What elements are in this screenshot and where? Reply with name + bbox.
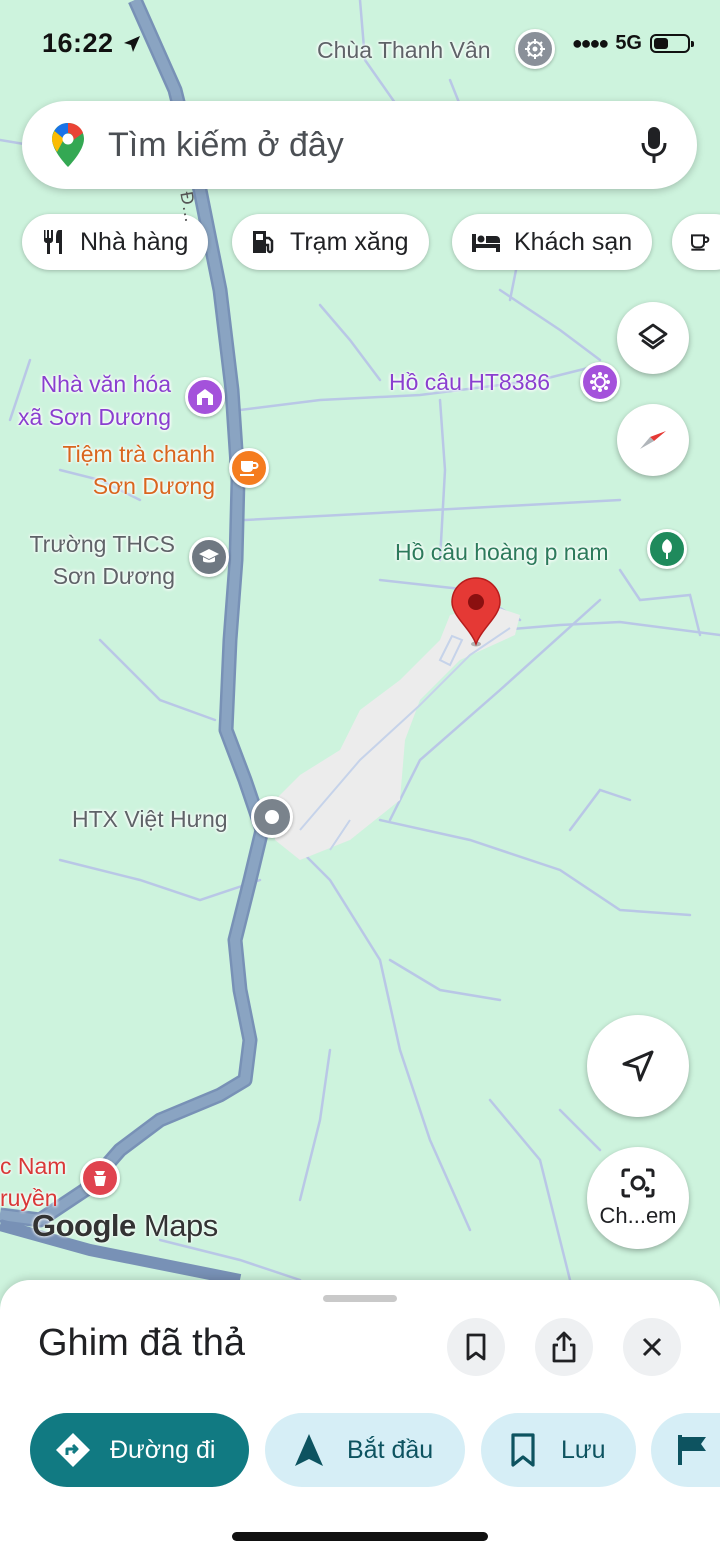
chip-label: Nhà hàng: [80, 227, 189, 256]
map-layers-button[interactable]: [617, 302, 689, 374]
compass-icon: [640, 431, 666, 449]
save-button[interactable]: Lưu: [481, 1413, 636, 1487]
more-actions-button[interactable]: [651, 1413, 720, 1487]
chip-cafes[interactable]: [672, 214, 720, 270]
place-icon[interactable]: [251, 796, 293, 838]
place-chua-thanh-van[interactable]: Chùa Thanh Vân: [317, 34, 491, 66]
place-nha-van-hoa-line2: xã Sơn Dương: [10, 401, 171, 433]
place-label: Chùa Thanh Vân: [317, 37, 491, 63]
camera-button-label: Ch...em: [599, 1203, 677, 1228]
chip-label: Trạm xăng: [290, 227, 409, 256]
directions-button[interactable]: Đường đi: [30, 1413, 249, 1487]
cafe-icon[interactable]: [229, 448, 269, 488]
sheet-title: Ghim đã thả: [38, 1322, 245, 1364]
share-icon: [552, 1331, 576, 1363]
park-icon[interactable]: [647, 529, 687, 569]
chip-gas-stations[interactable]: Trạm xăng: [232, 214, 429, 270]
place-truong-thcs[interactable]: Trường THCS Sơn Dương: [22, 528, 175, 592]
compass-button[interactable]: [617, 404, 689, 476]
microphone-icon[interactable]: [641, 125, 667, 165]
sheet-drag-handle[interactable]: [323, 1295, 397, 1302]
place-label-line1: Trường THCS: [29, 531, 175, 557]
close-icon: [642, 1337, 662, 1357]
location-arrow-icon: [123, 36, 140, 52]
bookmark-icon: [466, 1333, 486, 1361]
gas-station-icon: [253, 231, 274, 254]
place-ho-cau-ht8386[interactable]: Hồ câu HT8386: [389, 366, 550, 398]
google-maps-logo-icon: [52, 123, 84, 167]
network-type: 5G: [615, 32, 642, 54]
cafe-icon: [691, 234, 710, 251]
place-label-line1: Tiệm trà chanh: [62, 441, 215, 467]
status-time: 16:22: [42, 28, 142, 59]
restaurant-icon: [44, 230, 62, 254]
camera-lens-icon: [621, 1168, 655, 1198]
navigation-arrow-icon: [622, 1050, 654, 1082]
place-label-line1: c Nam: [0, 1153, 67, 1179]
attraction-icon[interactable]: [580, 362, 620, 402]
navigation-start-icon: [295, 1434, 323, 1466]
school-icon[interactable]: [189, 537, 229, 577]
attribution-maps: Maps: [143, 1208, 218, 1243]
save-bookmark-button[interactable]: [447, 1318, 505, 1376]
place-ho-cau-hoang-p-nam[interactable]: Hồ câu hoàng p nam: [395, 536, 609, 568]
flag-icon: [678, 1435, 706, 1465]
place-tiem-tra-chanh[interactable]: Tiệm trà chanh Sơn Dương: [43, 438, 215, 502]
place-pharmacy[interactable]: c Nam ruyền: [0, 1150, 66, 1214]
place-nha-van-hoa[interactable]: Nhà văn hóa: [28, 368, 171, 400]
chip-hotels[interactable]: Khách sạn: [452, 214, 653, 270]
community-hall-icon[interactable]: [185, 377, 225, 417]
share-button[interactable]: [535, 1318, 593, 1376]
place-label: Hồ câu hoàng p nam: [395, 539, 609, 565]
home-indicator[interactable]: [232, 1532, 488, 1541]
place-label: HTX Việt Hưng: [72, 806, 228, 832]
signal-icon: ●●●●: [571, 33, 609, 53]
battery-icon: [650, 34, 694, 53]
attribution-google: Google: [32, 1208, 136, 1243]
place-label-line1: Nhà văn hóa: [40, 371, 171, 397]
place-label: Hồ câu HT8386: [389, 369, 551, 395]
directions-label: Đường đi: [110, 1435, 216, 1464]
place-label-line2: xã Sơn Dương: [18, 404, 171, 430]
my-location-button[interactable]: [587, 1015, 689, 1117]
bookmark-icon: [511, 1433, 535, 1467]
close-button[interactable]: [623, 1318, 681, 1376]
save-label: Lưu: [561, 1435, 606, 1464]
start-navigation-button[interactable]: Bắt đầu: [265, 1413, 465, 1487]
status-time-text: 16:22: [42, 28, 114, 58]
place-label-line2: Sơn Dương: [52, 563, 175, 589]
search-input[interactable]: Tìm kiếm ở đây: [108, 126, 641, 165]
hotel-icon: [472, 234, 500, 252]
directions-icon: [56, 1433, 90, 1467]
search-bar[interactable]: Tìm kiếm ở đây: [22, 101, 697, 189]
google-maps-attribution: Google Maps: [32, 1208, 218, 1244]
temple-icon[interactable]: [515, 29, 555, 69]
place-htx-viet-hung[interactable]: HTX Việt Hưng: [72, 803, 228, 835]
status-indicators: ●●●● 5G: [571, 32, 694, 55]
pharmacy-icon[interactable]: [80, 1158, 120, 1198]
camera-search-button[interactable]: Ch...em: [587, 1147, 689, 1249]
layers-icon: [638, 323, 668, 350]
place-label-line2: Sơn Dương: [92, 473, 215, 499]
start-label: Bắt đầu: [347, 1435, 434, 1464]
chip-label: Khách sạn: [514, 227, 633, 256]
